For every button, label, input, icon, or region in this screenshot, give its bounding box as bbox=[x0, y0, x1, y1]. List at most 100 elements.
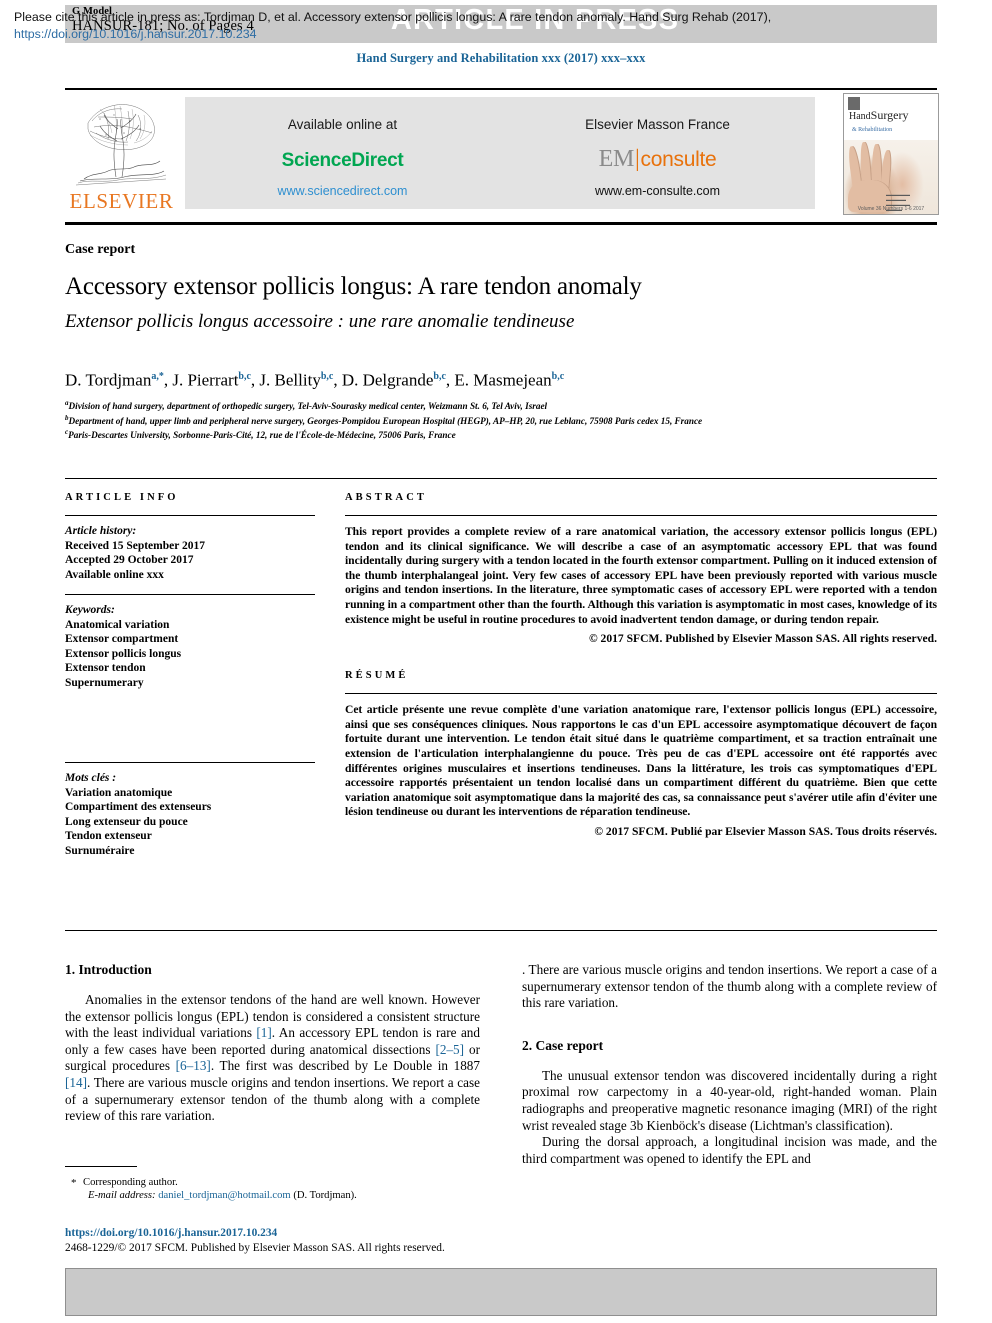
footnote-divider bbox=[65, 1166, 137, 1167]
page-title: Accessory extensor pollicis longus: A ra… bbox=[65, 273, 642, 300]
abstract-heading: ABSTRACT bbox=[345, 492, 427, 503]
doi-block: https://doi.org/10.1016/j.hansur.2017.10… bbox=[65, 1226, 525, 1255]
article-type-label: Case report bbox=[65, 242, 136, 257]
affiliation-text-c: Paris-Descartes University, Sorbonne-Par… bbox=[68, 430, 456, 441]
motcle-item: Variation anatomique bbox=[65, 786, 173, 799]
intro-text-e: . There are various muscle origins and t… bbox=[65, 1074, 480, 1124]
cover-hand-photo: ▬▬▬▬▬▬ ▬▬▬▬▬ ▬▬▬▬▬▬ ▬▬▬▬ bbox=[844, 140, 938, 214]
elsevier-masson-label: Elsevier Masson France bbox=[585, 117, 730, 132]
affiliation-row: bDepartment of hand, upper limb and peri… bbox=[65, 413, 937, 428]
introduction-continued: . There are various muscle origins and t… bbox=[522, 962, 937, 1011]
cover-title-amp: & bbox=[852, 127, 857, 133]
abstract-column: ABSTRACT This report provides a complete… bbox=[345, 492, 937, 839]
cover-title-hand: Hand bbox=[849, 111, 871, 122]
author-affil-0[interactable]: a,* bbox=[151, 371, 164, 382]
available-online-label: Available online at bbox=[287, 117, 398, 132]
email-owner: (D. Tordjman). bbox=[293, 1190, 357, 1202]
section-heading-introduction: 1. Introduction bbox=[65, 962, 152, 977]
citation-notice-text: Please cite this article in press as: To… bbox=[14, 9, 860, 43]
affiliation-text-b: Department of hand, upper limb and perip… bbox=[68, 415, 703, 426]
body-column-right: . There are various muscle origins and t… bbox=[522, 962, 937, 1167]
elsevier-tree-icon bbox=[70, 95, 172, 188]
motcle-item: Surnuméraire bbox=[65, 844, 135, 857]
case-report-paragraph-1: The unusual extensor tendon was discover… bbox=[522, 1067, 937, 1133]
body-column-left: 1. Introduction Anomalies in the extenso… bbox=[65, 962, 480, 1125]
author-list: D. Tordjmana,*, J. Pierrartb,c, J. Belli… bbox=[65, 370, 565, 390]
cover-title: HandSurgery bbox=[849, 109, 908, 122]
cover-title-rehab: Rehabilitation bbox=[858, 127, 893, 133]
email-label: E-mail address: bbox=[88, 1190, 156, 1202]
citation-ref-2-5[interactable]: [2–5] bbox=[435, 1042, 464, 1057]
introduction-paragraph: Anomalies in the extensor tendons of the… bbox=[65, 992, 480, 1125]
keyword-item: Supernumerary bbox=[65, 676, 144, 689]
email-line: E-mail address: daniel_tordjman@hotmail.… bbox=[65, 1189, 485, 1202]
affiliation-list: aDivision of hand surgery, department of… bbox=[65, 398, 937, 442]
author-name-1: J. Pierrart bbox=[172, 370, 239, 390]
sciencedirect-block: Available online at ScienceDirect www.sc… bbox=[185, 97, 500, 198]
em-logo-divider: | bbox=[635, 146, 640, 172]
author-affil-1[interactable]: b,c bbox=[238, 371, 251, 382]
cover-publisher-icon bbox=[848, 97, 860, 110]
keyword-item: Extensor tendon bbox=[65, 662, 146, 674]
issn-copyright-line: 2468-1229/© 2017 SFCM. Published by Else… bbox=[65, 1241, 445, 1254]
elsevier-logo: ELSEVIER bbox=[65, 95, 178, 213]
section-heading-case-report: 2. Case report bbox=[522, 1037, 604, 1053]
citation-ref-1[interactable]: [1] bbox=[256, 1025, 271, 1040]
corresponding-author-text: Corresponding author. bbox=[83, 1177, 178, 1188]
sciencedirect-url[interactable]: www.sciencedirect.com bbox=[185, 184, 500, 198]
abstract-text: This report provides a complete review o… bbox=[345, 525, 937, 626]
masthead: ELSEVIER Available online at ScienceDire… bbox=[65, 93, 939, 215]
citation-ref-6-13[interactable]: [6–13] bbox=[176, 1058, 211, 1073]
journal-header-line: Hand Surgery and Rehabilitation xxx (201… bbox=[356, 51, 646, 65]
article-history-received: Received 15 September 2017 bbox=[65, 539, 205, 552]
affiliation-row: aDivision of hand surgery, department of… bbox=[65, 398, 937, 413]
keywords-label: Keywords: bbox=[65, 604, 115, 616]
resume-text: Cet article présente une revue complète … bbox=[345, 703, 937, 819]
article-info-divider bbox=[65, 515, 315, 516]
article-info-heading: ARTICLE INFO bbox=[65, 492, 179, 503]
doi-link[interactable]: https://doi.org/10.1016/j.hansur.2017.10… bbox=[65, 1226, 525, 1241]
em-consulte-logo: EM|consulte bbox=[500, 146, 815, 173]
abstract-section-top-divider bbox=[65, 478, 937, 479]
author-name-3: D. Delgrande bbox=[341, 370, 434, 390]
journal-cover-thumbnail: HandSurgery & Rehabilitation ▬▬▬▬▬▬ ▬▬▬▬▬… bbox=[843, 93, 939, 215]
keyword-item: Extensor compartment bbox=[65, 633, 179, 645]
article-history-label: Article history: bbox=[65, 525, 137, 537]
citation-ref-14[interactable]: [14] bbox=[65, 1075, 87, 1090]
header-divider bbox=[65, 88, 937, 90]
elsevier-wordmark: ELSEVIER bbox=[69, 189, 174, 213]
article-page: G Model HANSUR-181; No. of Pages 4 ARTIC… bbox=[0, 0, 992, 1323]
abstract-divider bbox=[345, 515, 937, 516]
author-affil-3[interactable]: b,c bbox=[433, 371, 446, 382]
affiliation-text-a: Division of hand surgery, department of … bbox=[68, 401, 548, 412]
footnote-block: * Corresponding author. E-mail address: … bbox=[65, 1176, 485, 1203]
cover-subtitle: & Rehabilitation bbox=[852, 127, 892, 133]
motcle-item: Tendon extenseur bbox=[65, 830, 152, 842]
author-affil-2[interactable]: b,c bbox=[321, 371, 334, 382]
email-link[interactable]: daniel_tordjman@hotmail.com bbox=[158, 1190, 290, 1201]
article-info-column: ARTICLE INFO Article history: Received 1… bbox=[65, 492, 315, 858]
author-name-4: E. Masmejean bbox=[454, 370, 552, 390]
em-consulte-url[interactable]: www.em-consulte.com bbox=[500, 184, 815, 198]
intro-text-d: . The first was described by Le Double i… bbox=[210, 1058, 480, 1074]
article-history-accepted: Accepted 29 October 2017 bbox=[65, 554, 194, 566]
motscles-label: Mots clés : bbox=[65, 772, 117, 784]
resume-heading: RÉSUMÉ bbox=[345, 670, 409, 682]
author-affil-4[interactable]: b,c bbox=[552, 371, 565, 382]
citation-doi-link[interactable]: https://doi.org/10.1016/j.hansur.2017.10… bbox=[14, 27, 257, 41]
motcle-item: Long extenseur du pouce bbox=[65, 815, 188, 828]
resume-copyright: © 2017 SFCM. Publié par Elsevier Masson … bbox=[594, 824, 937, 838]
em-logo-consulte-text: consulte bbox=[640, 148, 717, 171]
affiliation-row: cParis-Descartes University, Sorbonne-Pa… bbox=[65, 427, 937, 442]
keywords-divider bbox=[65, 594, 315, 595]
masthead-divider bbox=[65, 222, 937, 225]
motscles-divider bbox=[65, 762, 315, 763]
case-report-paragraph-2: During the dorsal approach, a longitudin… bbox=[522, 1134, 937, 1166]
article-history-online: Available online xxx bbox=[65, 568, 164, 581]
keyword-item: Anatomical variation bbox=[65, 618, 170, 631]
author-name-2: J. Bellity bbox=[259, 370, 321, 390]
citation-notice-box bbox=[65, 1268, 937, 1316]
em-consulte-block: Elsevier Masson France EM|consulte www.e… bbox=[500, 97, 815, 198]
cover-volume-info: Volume 36 Numbers 1-6 2017 bbox=[857, 206, 925, 212]
page-title-french: Extensor pollicis longus accessoire : un… bbox=[65, 311, 575, 332]
